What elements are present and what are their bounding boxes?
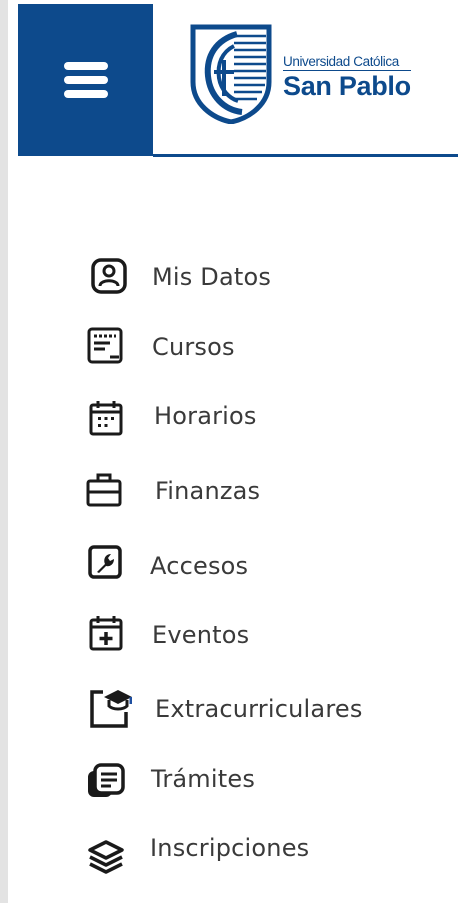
layers-icon <box>86 838 126 878</box>
course-board-icon <box>85 326 125 366</box>
briefcase-icon <box>84 470 124 510</box>
university-logo: Universidad Católica San Pablo <box>190 24 430 125</box>
user-card-icon <box>89 256 129 296</box>
header-divider <box>153 154 458 157</box>
nav-label-accesos: Accesos <box>150 552 249 580</box>
university-name: San Pablo <box>283 71 411 101</box>
menu-button[interactable] <box>18 4 153 156</box>
documents-icon <box>85 761 125 801</box>
nav-label-cursos: Cursos <box>152 333 235 361</box>
nav-item-extracurriculares[interactable]: Extracurriculares <box>0 678 458 734</box>
nav-item-tramites[interactable]: Trámites <box>0 756 458 806</box>
calendar-icon <box>86 398 126 438</box>
nav-label-mis-datos: Mis Datos <box>152 263 272 291</box>
nav-item-cursos[interactable]: Cursos <box>0 322 458 372</box>
nav-item-eventos[interactable]: Eventos <box>0 609 458 659</box>
nav-label-tramites: Trámites <box>151 765 256 793</box>
nav-item-finanzas[interactable]: Finanzas <box>0 464 458 514</box>
nav-item-inscripciones[interactable]: Inscripciones <box>0 828 458 884</box>
nav-item-mis-datos[interactable]: Mis Datos <box>0 252 458 302</box>
nav-item-horarios[interactable]: Horarios <box>0 393 458 443</box>
shield-logo-icon <box>190 24 272 125</box>
nav-label-inscripciones: Inscripciones <box>150 834 310 862</box>
wrench-icon <box>85 542 125 582</box>
nav-label-horarios: Horarios <box>154 402 257 430</box>
university-label: Universidad Católica <box>283 54 411 71</box>
nav-label-extracurriculares: Extracurriculares <box>155 695 363 723</box>
nav-label-eventos: Eventos <box>152 621 250 649</box>
hamburger-icon <box>63 62 108 98</box>
graduation-cap-icon <box>86 684 132 730</box>
calendar-plus-icon <box>86 613 126 653</box>
nav-label-finanzas: Finanzas <box>155 477 261 505</box>
nav-item-accesos[interactable]: Accesos <box>0 540 458 590</box>
